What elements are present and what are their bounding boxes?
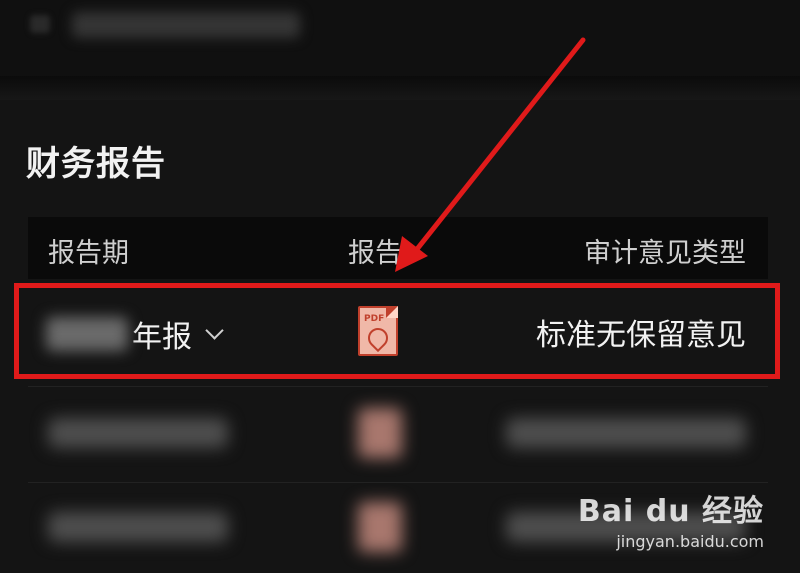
watermark-logo: Bai du 经验 [577,494,764,529]
section-title: 财务报告 [26,144,166,184]
blurred-title [72,12,300,38]
table-row-blurred [28,398,768,468]
watermark-url: jingyan.baidu.com [616,532,764,551]
blurred-period [48,418,228,448]
row-divider [28,482,768,483]
header-audit-opinion: 审计意见类型 [584,238,746,269]
table-header: 报告期 报告 审计意见类型 [28,217,768,279]
highlight-box [14,283,780,379]
watermark: Bai du 经验 jingyan.baidu.com [578,486,764,551]
blurred-pdf-icon [358,408,402,458]
section-divider [0,76,800,100]
top-bar [0,0,800,76]
blurred-audit-opinion [506,418,746,448]
header-report: 报告 [348,238,402,269]
back-icon[interactable] [30,15,50,33]
row-divider [28,386,768,387]
blurred-period [48,512,228,542]
header-period: 报告期 [48,238,129,269]
blurred-pdf-icon [358,502,402,552]
